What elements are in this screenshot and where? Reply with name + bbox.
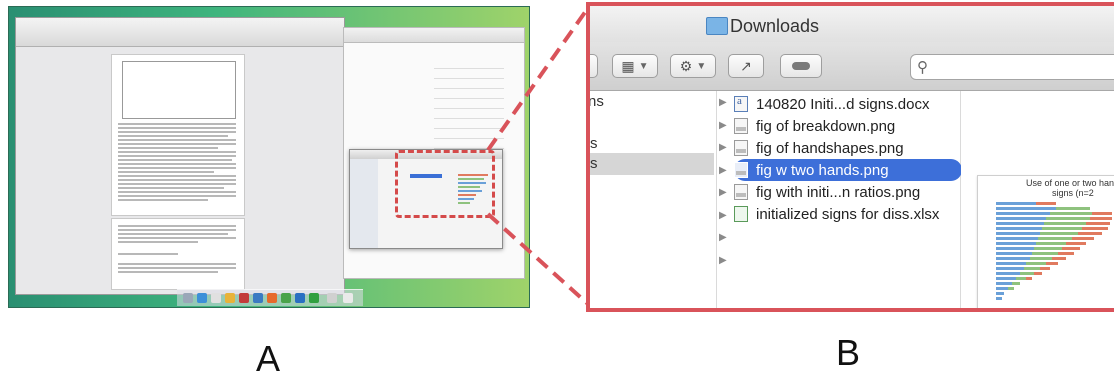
dock [177, 289, 363, 306]
file-name: fig w two hands.png [756, 161, 889, 179]
image-file-icon [734, 118, 748, 134]
handshape-figure [122, 61, 236, 119]
word-document-window [15, 17, 345, 295]
list-view-icon: ▦ [621, 57, 635, 74]
desktop-screenshot [8, 6, 530, 308]
file-name: fig of handshapes.png [756, 139, 904, 157]
tag-icon [792, 62, 810, 70]
disclosure-arrow-icon[interactable]: ▶ [719, 97, 727, 108]
disclosure-arrow-icon[interactable]: ▶ [719, 142, 727, 153]
disclosure-arrow-icon[interactable]: ▶ [719, 165, 727, 176]
title-bar: Downloads [590, 6, 1114, 42]
toolbar: ▦ ▼ ⚙ ▼ ↗ ⚲ [590, 42, 1114, 91]
panel-label-b: B [836, 332, 861, 373]
gear-icon: ⚙ [679, 57, 693, 74]
sidebar-item[interactable]: s [590, 135, 598, 152]
image-file-icon [734, 162, 748, 178]
document-page [111, 218, 245, 290]
file-item[interactable]: fig of handshapes.png [734, 137, 962, 159]
document-page [111, 54, 245, 216]
file-item-selected[interactable]: fig w two hands.png [734, 159, 962, 181]
chevron-down-icon: ▼ [638, 60, 649, 72]
file-name: fig with initi...n ratios.png [756, 183, 921, 201]
disclosure-arrow-icon[interactable]: ▶ [719, 210, 727, 221]
disclosure-arrow-icon[interactable]: ▶ [719, 232, 727, 243]
back-button[interactable] [590, 54, 598, 78]
file-name: fig of breakdown.png [756, 117, 896, 135]
panel-label-a: A [256, 338, 281, 379]
file-name: initialized signs for diss.xlsx [756, 205, 940, 223]
search-icon: ⚲ [917, 59, 928, 76]
file-item[interactable]: initialized signs for diss.xlsx [734, 203, 962, 225]
disclosure-arrow-icon[interactable]: ▶ [719, 255, 727, 266]
chevron-down-icon: ▼ [696, 60, 707, 72]
sidebar-item[interactable]: s [590, 155, 598, 172]
word-document-icon [734, 95, 748, 112]
share-icon: ↗ [740, 57, 752, 74]
image-file-icon [734, 140, 748, 156]
sidebar-item[interactable]: ns [590, 93, 604, 110]
file-item[interactable]: 140820 Initi...d signs.docx [734, 93, 962, 115]
sidebar-selection [590, 153, 714, 175]
file-list: 140820 Initi...d signs.docx fig of break… [730, 91, 962, 308]
share-button[interactable]: ↗ [728, 54, 764, 78]
file-name: 140820 Initi...d signs.docx [756, 95, 930, 113]
image-file-icon [734, 184, 748, 200]
preview-pane: Use of one or two han signs (n=2 [961, 91, 1114, 308]
disclosure-arrow-icon[interactable]: ▶ [719, 120, 727, 131]
finder-content: ns s s ▶ ▶ ▶ ▶ ▶ ▶ ▶ ▶ 140820 Initi...d … [590, 91, 1114, 308]
search-field[interactable]: ⚲ [910, 54, 1114, 80]
disclosure-arrow-icon[interactable]: ▶ [719, 187, 727, 198]
file-item[interactable]: fig of breakdown.png [734, 115, 962, 137]
sidebar: ns s s [590, 91, 717, 308]
view-options-button[interactable]: ▦ ▼ [612, 54, 658, 78]
file-item[interactable]: fig with initi...n ratios.png [734, 181, 962, 203]
tag-button[interactable] [780, 54, 822, 78]
word-toolbar [16, 18, 344, 47]
zoom-highlight-box [395, 150, 495, 218]
chart-thumbnail: Use of one or two han signs (n=2 [977, 175, 1114, 308]
folder-icon [706, 17, 728, 35]
finder-window-zoomed: Downloads ▦▼ ⚙▼ ↗ ⚲ ns s s ▶ ▶ ▶ ▶ ▶ ▶ [586, 2, 1114, 312]
window-title: Downloads [730, 16, 820, 36]
action-button[interactable]: ⚙ ▼ [670, 54, 716, 78]
spreadsheet-file-icon [734, 206, 748, 222]
